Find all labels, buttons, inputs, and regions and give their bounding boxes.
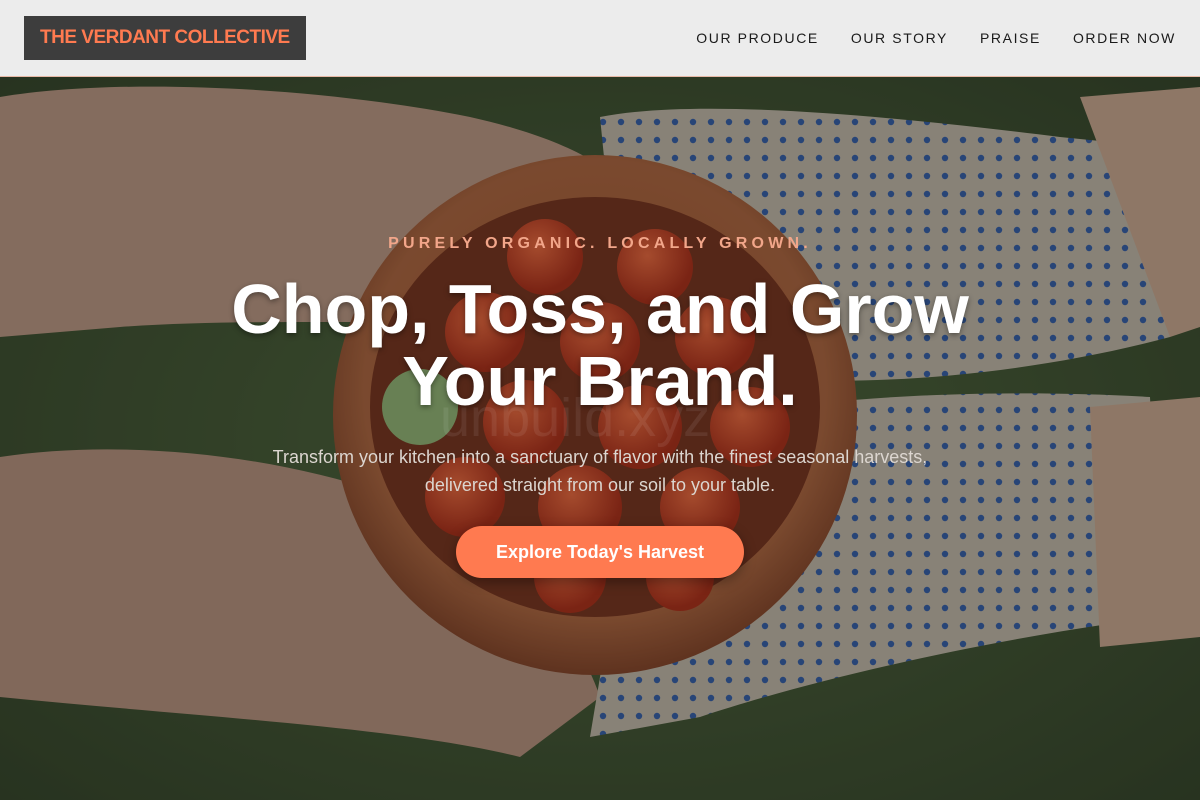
- hero-headline-line2: Your Brand.: [402, 342, 798, 420]
- hero-headline-line1: Chop, Toss, and Grow: [231, 270, 969, 348]
- hero-subtext: Transform your kitchen into a sanctuary …: [272, 447, 928, 495]
- nav-item-our-produce[interactable]: OUR PRODUCE: [696, 30, 819, 46]
- hero-headline: Chop, Toss, and Grow Your Brand.: [0, 273, 1200, 417]
- nav-links: OUR PRODUCE OUR STORY PRAISE ORDER NOW: [696, 30, 1176, 46]
- hero-section: unbuild.xyz PURELY ORGANIC. LOCALLY GROW…: [0, 77, 1200, 800]
- hero-eyebrow: PURELY ORGANIC. LOCALLY GROWN.: [388, 235, 812, 252]
- nav-item-order-now[interactable]: ORDER NOW: [1073, 30, 1176, 46]
- explore-harvest-button[interactable]: Explore Today's Harvest: [456, 526, 744, 578]
- brand-logo[interactable]: THE VERDANT COLLECTIVE: [24, 16, 306, 60]
- nav-item-praise[interactable]: PRAISE: [980, 30, 1041, 46]
- nav-item-our-story[interactable]: OUR STORY: [851, 30, 948, 46]
- top-navbar: THE VERDANT COLLECTIVE OUR PRODUCE OUR S…: [0, 0, 1200, 77]
